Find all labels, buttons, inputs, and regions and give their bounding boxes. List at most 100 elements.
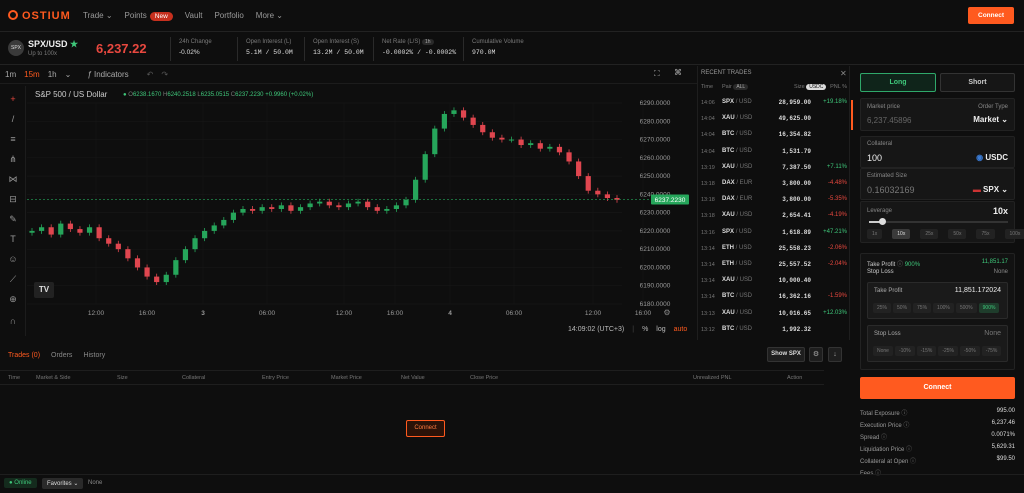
stat-oi-short: Open Interest (S) 13.2M / 50.0M <box>313 39 364 56</box>
log-toggle[interactable]: log <box>656 326 665 333</box>
zoom-icon[interactable]: ⊕ <box>7 294 19 304</box>
tab-trades[interactable]: Trades (0) <box>8 352 40 359</box>
pattern-icon[interactable]: ⋈ <box>7 174 19 184</box>
text-icon[interactable]: T <box>7 234 19 244</box>
tp-chip[interactable]: 500% <box>955 303 977 313</box>
leverage-chip[interactable]: 50x <box>948 229 967 239</box>
tp-chip[interactable]: 900% <box>978 303 1000 313</box>
nav-more[interactable]: More ⌄ <box>256 11 283 20</box>
brush-icon[interactable]: ✎ <box>7 214 19 224</box>
trade-row[interactable]: 13:16 SPX / USD 1,618.89 +47.21% <box>701 229 847 245</box>
pair-selector[interactable]: SPX/USD ★ <box>28 39 78 50</box>
nav-trade[interactable]: Trade ⌄ <box>83 11 113 20</box>
trade-row[interactable]: 13:18 XAU / USD 2,654.41 -4.19% <box>701 212 847 228</box>
trade-row[interactable]: 14:04 BTC / USD 16,354.82 <box>701 131 847 147</box>
trades-connect-button[interactable]: Connect <box>406 420 445 437</box>
order-type-select[interactable]: Market ⌄ <box>973 115 1008 124</box>
trade-time: 13:13 <box>701 310 715 317</box>
order-connect-button[interactable]: Connect <box>860 377 1015 399</box>
trade-row[interactable]: 13:14 XAU / USD 10,000.40 <box>701 277 847 293</box>
magnet-icon[interactable]: ∩ <box>7 316 19 326</box>
sl-chip[interactable]: -15% <box>916 346 937 356</box>
price-chart[interactable]: 6290.0000 6280.0000 6270.0000 6260.0000 6250… <box>27 86 697 338</box>
undo-icon[interactable]: ↶ <box>147 70 154 79</box>
trade-row[interactable]: 13:13 XAU / USD 10,016.65 +12.03% <box>701 310 847 326</box>
auto-toggle[interactable]: auto <box>674 326 688 333</box>
star-icon[interactable]: ★ <box>70 39 78 49</box>
connect-wallet-button[interactable]: Connect <box>968 7 1014 24</box>
collateral-input[interactable]: 100 <box>867 153 882 163</box>
estimated-size-input[interactable]: 0.16032169 <box>867 185 915 195</box>
sl-chip[interactable]: -75% <box>981 346 1002 356</box>
leverage-chip[interactable]: 25x <box>920 229 939 239</box>
trade-row[interactable]: 14:06 SPX / USD 28,959.00 +19.18% <box>701 99 847 115</box>
redo-icon[interactable]: ↷ <box>161 70 168 79</box>
long-tab[interactable]: Long <box>860 73 936 92</box>
nav-portfolio[interactable]: Portfolio <box>214 11 243 20</box>
tp-chip[interactable]: 100% <box>933 303 954 313</box>
trade-row[interactable]: 13:19 XAU / USD 7,387.50 +7.11% <box>701 164 847 180</box>
trade-row[interactable]: 14:04 BTC / USD 1,531.79 <box>701 148 847 164</box>
leverage-chip[interactable]: 1x <box>867 229 883 239</box>
nav-vault[interactable]: Vault <box>185 11 203 20</box>
leverage-chip[interactable]: 100x <box>1004 229 1024 239</box>
size-asset-select[interactable]: ▬ SPX ⌄ <box>973 185 1008 194</box>
tp-chip[interactable]: 25% <box>873 303 892 313</box>
leverage-chip[interactable]: 75x <box>976 229 995 239</box>
size-unit-toggle[interactable]: USDC <box>806 84 827 90</box>
crosshair-icon[interactable]: + <box>7 94 19 104</box>
sl-input[interactable]: None <box>984 330 1001 337</box>
y-tick-label: 6270.0000 <box>640 137 671 144</box>
trend-line-icon[interactable]: / <box>7 114 19 124</box>
slider-handle[interactable] <box>879 218 886 225</box>
interval-1h[interactable]: 1h <box>48 70 57 79</box>
download-icon[interactable]: ↓ <box>828 347 842 362</box>
tp-input[interactable]: 11,851.172024 <box>955 287 1001 294</box>
sl-chip[interactable]: -50% <box>960 346 980 356</box>
tab-orders[interactable]: Orders <box>51 352 72 359</box>
trade-row[interactable]: 13:14 ETH / USD 25,558.23 -2.06% <box>701 245 847 261</box>
tradingview-logo[interactable]: TV <box>34 282 54 298</box>
tab-history[interactable]: History <box>83 352 105 359</box>
interval-1m[interactable]: 1m <box>5 70 16 79</box>
close-icon[interactable]: ✕ <box>840 69 847 78</box>
trade-row[interactable]: 13:12 BTC / USD 1,992.32 <box>701 326 847 342</box>
show-spx-button[interactable]: Show SPX <box>767 347 805 362</box>
fullscreen-icon[interactable]: ⛶ <box>654 69 660 79</box>
trade-row[interactable]: 14:04 XAU / USD 49,625.00 <box>701 115 847 131</box>
trade-row[interactable]: 13:14 ETH / USD 25,557.52 -2.04% <box>701 261 847 277</box>
chevron-down-icon[interactable]: ⌄ <box>65 70 72 79</box>
interval-15m[interactable]: 15m <box>24 70 40 79</box>
pitchfork-icon[interactable]: ⋔ <box>7 154 19 164</box>
indicators-button[interactable]: ƒ Indicators <box>87 70 128 79</box>
tp-chip[interactable]: 50% <box>893 303 912 313</box>
emoji-icon[interactable]: ☺ <box>7 254 19 264</box>
trade-row[interactable]: 13:14 BTC / USD 16,362.16 -1.59% <box>701 293 847 309</box>
horizontal-lines-icon[interactable]: ≡ <box>7 134 19 144</box>
favorites-button[interactable]: Favorites ⌄ <box>42 478 84 489</box>
gear-icon[interactable]: ⚙ <box>809 347 823 362</box>
tp-chip[interactable]: 75% <box>913 303 932 313</box>
sl-chip[interactable]: -10% <box>894 346 915 356</box>
collateral-asset: ◉ USDC <box>976 153 1008 162</box>
logo[interactable]: OSTIUM <box>8 10 71 22</box>
leverage-chip[interactable]: 10x <box>892 229 911 239</box>
sl-chip[interactable]: None <box>873 346 893 356</box>
ruler-lines-icon[interactable]: ⊟ <box>7 194 19 204</box>
percent-toggle[interactable]: % <box>642 326 648 333</box>
nav-points[interactable]: Points New <box>125 11 173 21</box>
trade-pnl: -2.06% <box>827 244 847 251</box>
measure-icon[interactable]: ⟋ <box>7 274 19 284</box>
trade-row[interactable]: 13:18 DAX / EUR 3,800.00 -5.35% <box>701 196 847 212</box>
summary-row: Total Exposure ⓘ 995.00 <box>860 408 1015 417</box>
pair-filter[interactable]: ALL <box>733 84 749 90</box>
trade-row[interactable]: 13:18 DAX / EUR 3,800.00 -4.48% <box>701 180 847 196</box>
camera-icon[interactable]: ⌘ <box>674 68 682 77</box>
candle-body <box>125 249 131 259</box>
tp-summary-value: 11,851.17 <box>981 259 1008 265</box>
leverage-slider[interactable] <box>869 218 1008 225</box>
trade-size: 7,387.50 <box>782 163 811 171</box>
rate-period-select[interactable]: 1h <box>422 39 434 45</box>
short-tab[interactable]: Short <box>940 73 1015 92</box>
sl-chip[interactable]: -25% <box>938 346 959 356</box>
